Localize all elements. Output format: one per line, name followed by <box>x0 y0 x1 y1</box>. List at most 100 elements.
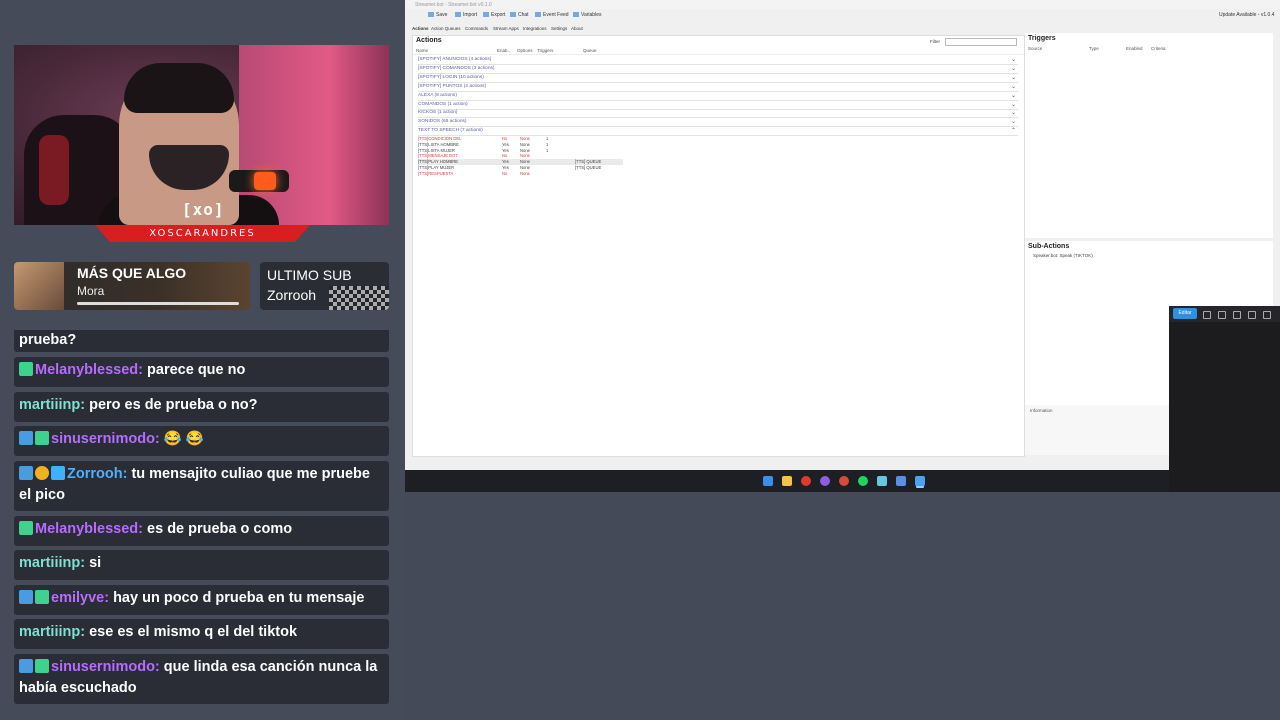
action-group[interactable]: [SPOTIFY] ANUNCIOS (4 actions) ⌄ <box>418 56 1018 65</box>
chevron-down-icon[interactable]: ⌄ <box>1011 101 1016 108</box>
view-icon[interactable] <box>1233 311 1241 319</box>
chevron-down-icon[interactable]: ⌄ <box>1011 109 1016 116</box>
chat-username[interactable]: emilyve: <box>51 590 109 606</box>
tab-settings[interactable]: Settings <box>551 26 567 31</box>
filter-input[interactable] <box>945 38 1017 46</box>
action-row[interactable]: [TTS]RESPUESTA No None <box>418 171 623 177</box>
import-button[interactable]: Import <box>455 12 477 18</box>
tab-commands[interactable]: Commands <box>465 26 488 31</box>
export-button[interactable]: Export <box>483 12 505 18</box>
chat-username[interactable]: Zorrooh: <box>67 466 127 482</box>
chevron-down-icon[interactable]: ⌄ <box>1011 118 1016 125</box>
chevron-up-icon[interactable]: ⌃ <box>1011 127 1016 134</box>
layout-icon[interactable] <box>1263 311 1271 319</box>
variables-button[interactable]: Variables <box>573 12 601 18</box>
chat-username[interactable]: Melanyblessed: <box>35 521 143 537</box>
trigger-column-header[interactable]: Source <box>1028 46 1042 51</box>
edit-button[interactable]: Editar <box>1173 308 1197 319</box>
trigger-column-header[interactable]: Enabled <box>1126 46 1143 51</box>
action-group[interactable]: ALEXA (8 actions) ⌄ <box>418 92 1018 101</box>
actions-title: Actions <box>416 37 442 44</box>
opera-icon[interactable] <box>801 476 811 486</box>
chat-username[interactable]: martiiinp: <box>19 397 85 413</box>
actions-panel: Actions Filter Name Enab.. Options Triggers… <box>412 35 1025 457</box>
action-group-label: [SPOTIFY] COMANDOS (3 actions) <box>418 65 495 71</box>
chevron-down-icon[interactable]: ⌄ <box>1011 74 1016 81</box>
action-group[interactable]: SONIDOS (65 actions) ⌄ <box>418 118 1018 128</box>
column-header[interactable]: Name <box>416 48 428 53</box>
row-enabled: Yes <box>502 141 509 147</box>
column-header[interactable]: Enab.. <box>497 48 510 53</box>
action-group[interactable]: KICKOS (1 action) ⌄ <box>418 109 1018 119</box>
file-explorer-icon[interactable] <box>782 476 792 486</box>
chat-text: pero es de prueba o no? <box>89 397 258 413</box>
subaction-item[interactable]: Speaker.bot: Speak (TIKTOK) <box>1033 253 1093 258</box>
filter-label: Filter <box>930 39 940 44</box>
update-available-link[interactable]: Update Available - v1.0.4 <box>1219 12 1275 18</box>
tab-about[interactable]: About <box>571 26 583 31</box>
delete-icon[interactable] <box>1218 311 1226 319</box>
action-group-label: KICKOS (1 action) <box>418 110 458 116</box>
tab-stream-apps[interactable]: Stream Apps <box>493 26 519 31</box>
save-button[interactable]: Save <box>428 12 447 18</box>
chevron-down-icon[interactable]: ⌄ <box>1011 56 1016 63</box>
action-group[interactable]: COMANDOS (1 action) ⌄ <box>418 101 1018 110</box>
action-group[interactable]: TEXT TO SPEECH (7 actions) ⌃ <box>418 127 1018 137</box>
chat-message: Melanyblessed: es de prueba o como <box>14 516 389 546</box>
chat-message: sinusernimodo: 😂 😂 <box>14 426 389 456</box>
start-icon[interactable] <box>763 476 773 486</box>
row-name: [TTS]LISTA MUJER <box>418 147 455 153</box>
column-header[interactable]: Options <box>517 48 533 53</box>
chat-username[interactable]: Melanyblessed: <box>35 362 143 378</box>
action-group-label: [SPOTIFY] LOGIN (10 actions) <box>418 74 484 80</box>
tab-integrations[interactable]: Integrations <box>523 26 547 31</box>
messenger-icon[interactable] <box>820 476 830 486</box>
last-sub-card: ULTIMO SUB Zorrooh <box>260 262 389 310</box>
trigger-column-header[interactable]: Type <box>1089 46 1099 51</box>
triggers-header: Source Type Enabled Criteria <box>1025 45 1273 52</box>
action-group[interactable]: [SPOTIFY] COMANDOS (3 actions) ⌄ <box>418 65 1018 74</box>
tab-action-queues[interactable]: Action Queues <box>431 26 461 31</box>
song-progress-bar <box>77 302 239 305</box>
chat-message: martiiinp: ese es el mismo q el del tikt… <box>14 619 389 649</box>
chat-message: Melanyblessed: parece que no <box>14 357 389 387</box>
row-options: None <box>520 170 531 176</box>
editor-icon[interactable] <box>915 476 925 486</box>
row-options: None <box>520 141 531 147</box>
select-icon[interactable] <box>1203 311 1211 319</box>
chat-button[interactable]: Chat <box>510 12 529 18</box>
chat-text: es de prueba o como <box>147 521 293 537</box>
streamerbot-icon[interactable] <box>896 476 906 486</box>
layers-icon[interactable] <box>1248 311 1256 319</box>
row-triggers: 1 <box>546 136 549 141</box>
column-header[interactable]: Queue <box>583 48 597 53</box>
action-group[interactable]: [SPOTIFY] PUNTOS (2 actions) ⌄ <box>418 83 1018 92</box>
chat-message: martiiinp: si <box>14 550 389 580</box>
toolbar: Save Import Export Chat Event Feed Varia… <box>405 9 1280 22</box>
column-header[interactable]: Triggers <box>537 48 553 53</box>
event-feed-button[interactable]: Event Feed <box>535 12 569 18</box>
notepad-icon[interactable] <box>877 476 887 486</box>
last-sub-label: ULTIMO SUB <box>267 267 352 283</box>
chevron-down-icon[interactable]: ⌄ <box>1011 65 1016 72</box>
chat-username[interactable]: sinusernimodo: <box>51 431 160 447</box>
action-group-label: TEXT TO SPEECH (7 actions) <box>418 128 483 134</box>
now-playing-card: MÁS QUE ALGO Mora <box>14 262 250 310</box>
chevron-down-icon[interactable]: ⌄ <box>1011 83 1016 90</box>
action-group[interactable]: [SPOTIFY] LOGIN (10 actions) ⌄ <box>418 74 1018 83</box>
chat-message: martiiinp: pero es de prueba o no? <box>14 392 389 422</box>
trigger-column-header[interactable]: Criteria <box>1151 46 1166 51</box>
spotify-icon[interactable] <box>858 476 868 486</box>
chevron-down-icon[interactable]: ⌄ <box>1011 92 1016 99</box>
chat-username[interactable]: sinusernimodo: <box>51 659 160 675</box>
chat-text: 😂 😂 <box>163 431 204 447</box>
actions-header: Name Enab.. Options Triggers Queue <box>413 47 1024 55</box>
row-triggers: 1 <box>546 141 549 147</box>
tab-actions[interactable]: Actions <box>412 26 429 31</box>
app-icon[interactable] <box>839 476 849 486</box>
row-name: [TTS]PLAY MUJER <box>418 165 455 170</box>
gold-badge-icon <box>35 466 49 480</box>
chat-username[interactable]: martiiinp: <box>19 555 85 571</box>
action-group-label: SONIDOS (65 actions) <box>418 119 467 125</box>
chat-username[interactable]: martiiinp: <box>19 624 85 640</box>
